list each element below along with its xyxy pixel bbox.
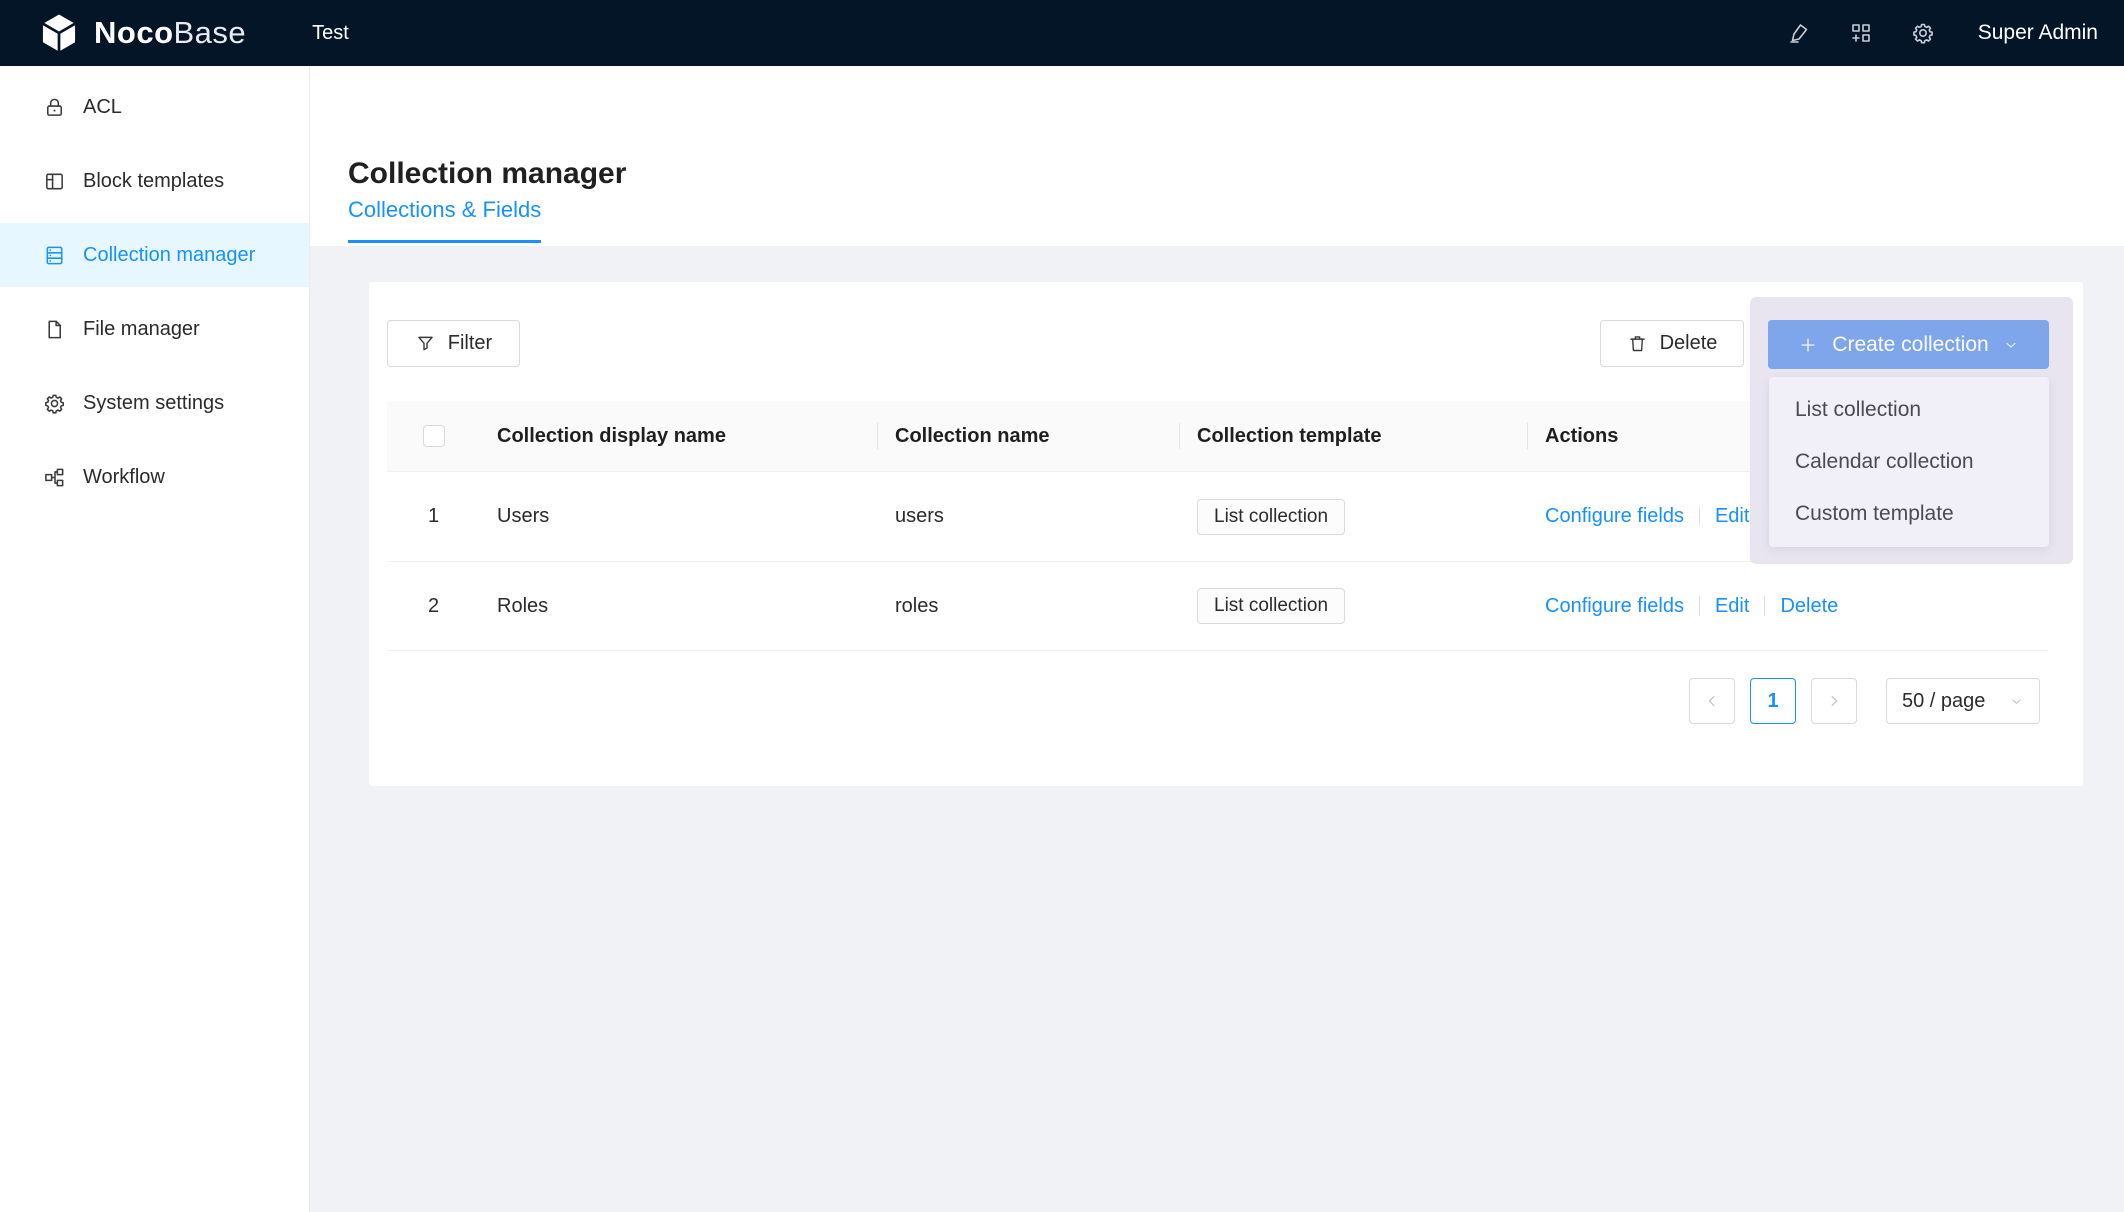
cell-display-name: Roles <box>480 595 878 618</box>
ui-editor-button[interactable] <box>1768 0 1830 66</box>
column-header-name: Collection name <box>878 401 1180 471</box>
navbar-right: Super Admin <box>1768 0 2124 66</box>
chevron-down-icon <box>2003 337 2019 353</box>
action-divider <box>1699 506 1700 526</box>
template-tag: List collection <box>1197 588 1345 624</box>
previous-page-button[interactable] <box>1689 678 1735 724</box>
configure-fields-link[interactable]: Configure fields <box>1545 505 1684 527</box>
page-title: Collection manager <box>348 154 626 194</box>
lock-icon <box>43 96 66 119</box>
cell-actions: Configure fields Edit Delete <box>1528 595 2048 618</box>
cell-display-name: Users <box>480 505 878 528</box>
sidebar-item-workflow[interactable]: Workflow <box>0 445 309 509</box>
create-collection-button[interactable]: Create collection <box>1768 320 2049 369</box>
sidebar-item-file-manager[interactable]: File manager <box>0 297 309 361</box>
file-icon <box>43 318 66 341</box>
database-icon <box>43 244 66 267</box>
sidebar-item-label: Collection manager <box>83 244 255 267</box>
action-divider <box>1764 596 1765 616</box>
table-row: 2 Roles roles List collection Configure … <box>387 561 2048 651</box>
gear-icon <box>1911 21 1935 45</box>
sidebar-item-label: System settings <box>83 392 224 415</box>
user-menu[interactable]: Super Admin <box>1978 21 2098 45</box>
configure-fields-link[interactable]: Configure fields <box>1545 595 1684 617</box>
gear-icon <box>43 392 66 415</box>
create-collection-dropdown: List collection Calendar collection Cust… <box>1769 377 2049 547</box>
trash-icon <box>1627 333 1648 354</box>
delete-button[interactable]: Delete <box>1600 320 1744 367</box>
nocobase-logo[interactable]: NocoBase <box>0 12 246 54</box>
logo-cube-icon <box>38 12 80 54</box>
column-header-display-name: Collection display name <box>480 401 878 471</box>
next-page-button[interactable] <box>1811 678 1857 724</box>
page-number-button[interactable]: 1 <box>1750 678 1796 724</box>
layout-icon <box>43 170 66 193</box>
logo-text-light: Base <box>174 15 247 51</box>
row-index: 2 <box>387 595 480 618</box>
action-divider <box>1699 596 1700 616</box>
select-all-checkbox[interactable] <box>423 425 445 447</box>
sidebar-item-label: Workflow <box>83 466 165 489</box>
page-header: Collection manager Collections & Fields <box>310 66 2124 247</box>
edit-link[interactable]: Edit <box>1715 595 1749 617</box>
content-area: Filter Delete Create collection <box>310 247 2124 1212</box>
row-index: 1 <box>387 505 480 528</box>
collections-card: Filter Delete Create collection <box>369 282 2083 786</box>
sidebar-item-block-templates[interactable]: Block templates <box>0 149 309 213</box>
top-navbar: NocoBase Test <box>0 0 2124 66</box>
tabs-bar: Collections & Fields <box>348 197 541 243</box>
header-menu: Test <box>304 0 357 66</box>
appstore-add-icon <box>1849 21 1873 45</box>
dropdown-item-list-collection[interactable]: List collection <box>1769 384 2049 436</box>
plugin-manager-button[interactable] <box>1830 0 1892 66</box>
filter-button[interactable]: Filter <box>387 320 520 367</box>
logo-text-bold: Noco <box>94 15 174 51</box>
sidebar-item-label: File manager <box>83 318 200 341</box>
cell-name: roles <box>878 595 1180 618</box>
cell-name: users <box>878 505 1180 528</box>
highlighter-icon <box>1787 21 1811 45</box>
chevron-right-icon <box>1825 692 1843 710</box>
page-size-select[interactable]: 50 / page <box>1886 678 2040 724</box>
edit-link[interactable]: Edit <box>1715 505 1749 527</box>
plus-icon <box>1798 335 1818 355</box>
nocobase-app: NocoBase Test <box>0 0 2124 1212</box>
template-tag: List collection <box>1197 499 1345 535</box>
sidebar: ACL Block templates Collection manager <box>0 66 310 1212</box>
sidebar-item-acl[interactable]: ACL <box>0 75 309 139</box>
sidebar-item-system-settings[interactable]: System settings <box>0 371 309 435</box>
pagination: 1 50 / page <box>1689 678 2040 724</box>
nav-menu-item-test[interactable]: Test <box>304 0 357 66</box>
chevron-down-icon <box>2009 694 2024 709</box>
chevron-left-icon <box>1703 692 1721 710</box>
sidebar-item-collection-manager[interactable]: Collection manager <box>0 223 309 287</box>
sidebar-item-label: Block templates <box>83 170 224 193</box>
sidebar-item-label: ACL <box>83 96 122 119</box>
dropdown-item-custom-template[interactable]: Custom template <box>1769 488 2049 540</box>
settings-button[interactable] <box>1892 0 1954 66</box>
tab-collections-and-fields[interactable]: Collections & Fields <box>348 197 541 243</box>
delete-link[interactable]: Delete <box>1780 595 1838 617</box>
column-header-template: Collection template <box>1180 401 1528 471</box>
filter-icon <box>415 333 436 354</box>
dropdown-item-calendar-collection[interactable]: Calendar collection <box>1769 436 2049 488</box>
partition-icon <box>43 466 66 489</box>
